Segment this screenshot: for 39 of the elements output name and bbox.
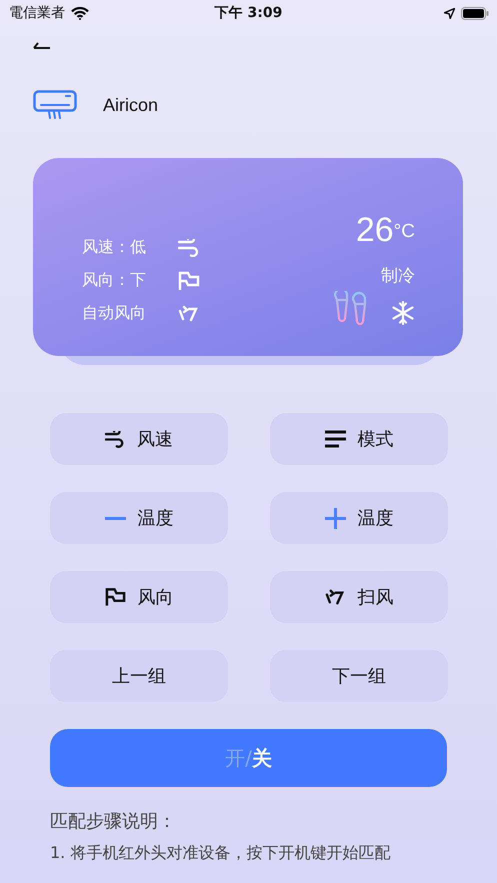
wind-icon	[178, 238, 200, 256]
status-label: 风向：下	[82, 270, 146, 291]
power-option: 开	[225, 744, 246, 772]
status-label: 自动风向	[82, 303, 146, 324]
minus-icon	[104, 516, 126, 520]
plus-icon	[324, 508, 346, 528]
swing-icon	[178, 304, 200, 324]
carrier-name: 電信業者	[9, 4, 65, 22]
remote-button[interactable]: 温度	[270, 492, 448, 544]
separator-slash: /	[245, 746, 252, 770]
device-name: Airicon	[103, 94, 158, 116]
status-label: 风速：低	[82, 237, 146, 258]
flag-icon	[178, 270, 200, 290]
swing-icon	[324, 588, 346, 606]
remote-button[interactable]: 上一组	[50, 650, 228, 702]
remote-button[interactable]: 风速	[50, 413, 228, 465]
wind-icon	[105, 430, 125, 448]
remote-button[interactable]: 模式	[270, 413, 448, 465]
remote-button[interactable]: 扫风	[270, 571, 448, 623]
remote-button[interactable]: 温度	[50, 492, 228, 544]
snowflake-icon	[391, 301, 415, 325]
location-icon	[444, 8, 455, 18]
flag-icon	[104, 587, 126, 607]
back-arrow-icon[interactable]	[33, 41, 51, 49]
remote-button[interactable]: 下一组	[270, 650, 448, 702]
wifi-icon	[71, 6, 89, 20]
menu-icon	[324, 430, 346, 448]
air-conditioner-icon	[33, 90, 77, 120]
status-time: 下午 3:09	[214, 4, 282, 22]
instructions-title: 匹配步骤说明：	[50, 810, 176, 833]
temperature-value: 26	[356, 210, 394, 250]
power-option: 关	[252, 744, 272, 772]
remote-button[interactable]: 风向	[50, 571, 228, 623]
slippers-icon	[331, 291, 369, 325]
mode-label: 制冷	[381, 265, 415, 287]
battery-icon	[461, 6, 489, 20]
power-button[interactable]: 开/关	[50, 729, 447, 787]
instruction-step: 1. 将手机红外头对准设备，按下开机键开始匹配	[50, 843, 390, 864]
temperature-unit: °C	[394, 221, 415, 243]
